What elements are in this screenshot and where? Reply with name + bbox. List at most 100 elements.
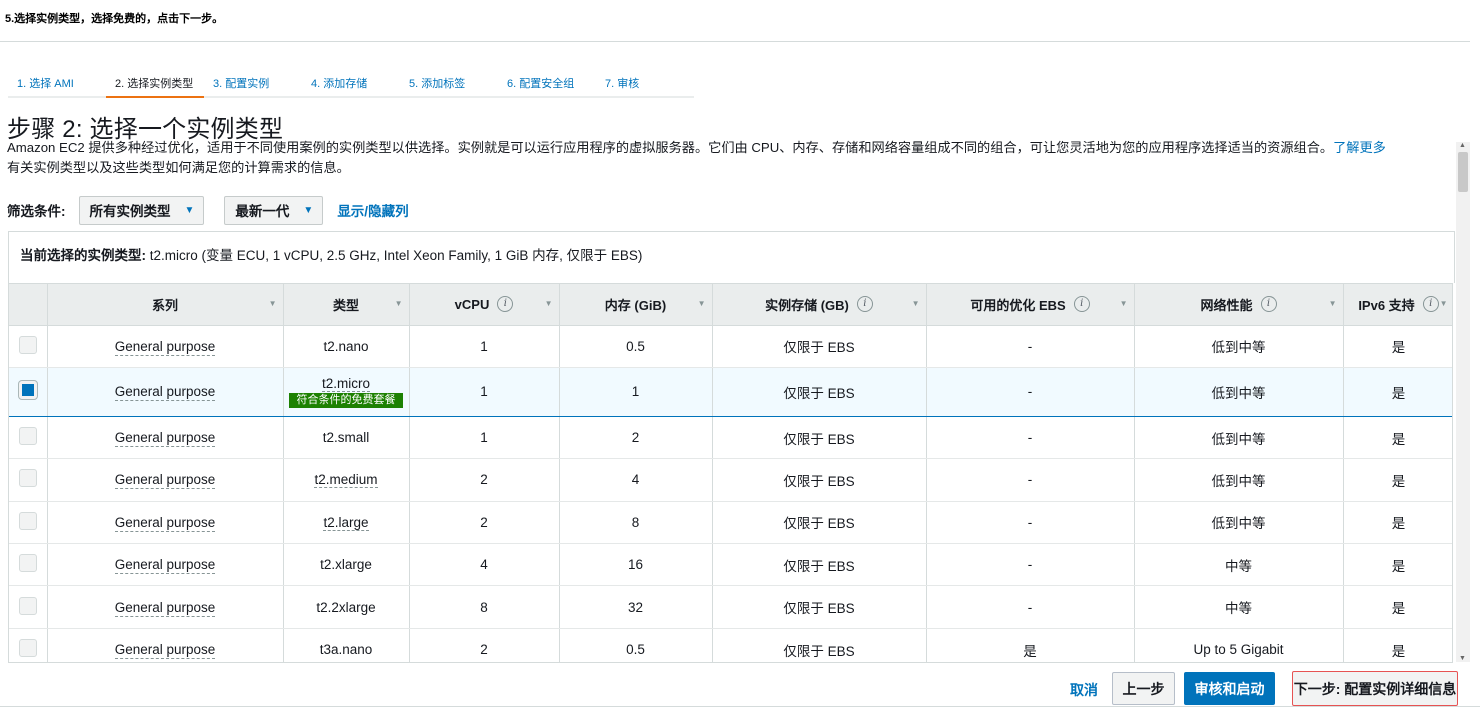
sort-icon[interactable]: ▼ (1120, 299, 1128, 308)
scrollbar-thumb[interactable] (1458, 152, 1468, 192)
info-icon[interactable]: i (1260, 296, 1277, 313)
column-header-memory[interactable]: 内存 (GiB) ▼ (559, 284, 713, 326)
row-select-cell (9, 458, 48, 502)
generation-value: 最新一代 (235, 204, 290, 219)
column-header-text: 可用的优化 EBS (970, 297, 1066, 313)
sort-icon[interactable]: ▼ (269, 299, 277, 308)
cell-ipv6: 是 (1343, 416, 1452, 460)
instance-family-select[interactable]: 所有实例类型 ▼ (78, 195, 205, 225)
column-header-type[interactable]: 类型 ▼ (283, 284, 410, 326)
column-header-label: 网络性能 i (1200, 295, 1277, 314)
table-row[interactable]: General purpose t2.micro 符合条件的免费套餐 1 1 仅限于 EB… (9, 366, 1452, 417)
table-row[interactable]: General purpose t2.nano 1 0.5 仅限于 EBS - 低到中等 是 (9, 325, 1452, 368)
cell-type-value[interactable]: t2.large (323, 514, 369, 531)
info-icon[interactable]: i (497, 296, 514, 313)
table-row[interactable]: General purpose t2.medium 2 4 仅限于 EBS - 低到中等 是 (9, 458, 1452, 502)
sort-icon[interactable]: ▼ (395, 299, 403, 308)
cell-type-value[interactable]: t2.medium (314, 472, 378, 489)
cell-network: 中等 (1134, 585, 1344, 629)
learn-more-link[interactable]: 了解更多 (1333, 140, 1386, 155)
info-icon[interactable]: i (1422, 296, 1439, 313)
column-header-ebs[interactable]: 可用的优化 EBS i ▼ (926, 284, 1135, 326)
cell-family-value[interactable]: General purpose (114, 430, 216, 448)
column-header-text: 实例存储 (GB) (765, 297, 849, 313)
cancel-button[interactable]: 取消 (1070, 680, 1098, 700)
review-and-launch-button[interactable]: 审核和启动 (1184, 672, 1275, 705)
cell-ebs-value: - (1027, 472, 1033, 488)
column-header-network[interactable]: 网络性能 i ▼ (1134, 284, 1344, 326)
cell-type: t2.nano (283, 325, 410, 368)
wizard-step-choose-instance-type[interactable]: 2. 选择实例类型 (106, 72, 204, 98)
filter-label: 筛选条件: (7, 204, 66, 219)
cell-vcpu-value: 1 (480, 430, 488, 446)
sort-icon[interactable]: ▼ (1440, 299, 1448, 308)
cell-ebs-value: - (1027, 557, 1033, 573)
previous-button[interactable]: 上一步 (1112, 672, 1175, 705)
page-description: Amazon EC2 提供多种经过优化，适用于不同使用案例的实例类型以供选择。实… (7, 138, 1452, 178)
cell-family-value[interactable]: General purpose (114, 338, 216, 356)
info-icon[interactable]: i (856, 296, 873, 313)
column-header-ipv6[interactable]: IPv6 支持 i ▼ (1343, 284, 1452, 326)
cell-type-value[interactable]: t2.micro (321, 375, 370, 392)
sort-icon[interactable]: ▼ (912, 299, 920, 308)
row-checkbox[interactable] (18, 639, 37, 658)
cell-storage: 仅限于 EBS (712, 325, 927, 368)
column-header-vcpu[interactable]: vCPU i ▼ (409, 284, 560, 326)
cell-vcpu-value: 1 (480, 338, 488, 354)
scroll-down-icon[interactable]: ▼ (1459, 655, 1466, 662)
column-header-text: vCPU (454, 296, 490, 312)
row-checkbox[interactable] (18, 427, 37, 446)
cell-memory-value: 4 (631, 472, 640, 488)
sort-icon[interactable]: ▼ (1329, 299, 1337, 308)
table-row[interactable]: General purpose t2.large 2 8 仅限于 EBS - 低到中等 是 (9, 501, 1452, 545)
document-note: 5.选择实例类型，选择免费的，点击下一步。 (5, 13, 224, 25)
table-row[interactable]: General purpose t2.xlarge 4 16 仅限于 EBS - 中等 是 (9, 543, 1452, 587)
scroll-up-icon[interactable]: ▲ (1459, 142, 1466, 149)
row-checkbox[interactable] (18, 511, 37, 530)
footer-bar: 取消 上一步 审核和启动 下一步: 配置实例详细信息 (0, 663, 1480, 710)
info-icon[interactable]: i (1073, 296, 1090, 313)
cell-storage: 仅限于 EBS (712, 585, 927, 629)
table-row[interactable]: General purpose t2.small 1 2 仅限于 EBS - 低到中等 是 (9, 416, 1452, 460)
wizard-step-configure-instance[interactable]: 3. 配置实例 (204, 72, 302, 98)
show-hide-columns-link[interactable]: 显示/隐藏列 (337, 200, 408, 220)
cell-ipv6-value: 是 (1391, 643, 1406, 659)
cell-family-value[interactable]: General purpose (114, 642, 216, 660)
row-checkbox[interactable] (18, 554, 37, 573)
cell-family-value[interactable]: General purpose (114, 557, 216, 575)
column-header-storage[interactable]: 实例存储 (GB) i ▼ (712, 284, 927, 326)
sort-icon[interactable]: ▼ (698, 299, 706, 308)
sort-icon[interactable]: ▼ (545, 299, 553, 308)
row-checkbox[interactable] (18, 596, 37, 615)
instance-family-value: 所有实例类型 (89, 204, 171, 219)
generation-select[interactable]: 最新一代 ▼ (224, 195, 324, 225)
current-selection-label: 当前选择的实例类型: (20, 248, 146, 263)
cell-vcpu: 1 (409, 366, 560, 417)
wizard-step-add-tags[interactable]: 5. 添加标签 (400, 72, 498, 98)
cell-memory: 0.5 (559, 325, 713, 368)
table-row[interactable]: General purpose t3a.nano 2 0.5 仅限于 EBS 是 Up to… (9, 628, 1452, 662)
next-configure-instance-button[interactable]: 下一步: 配置实例详细信息 (1292, 671, 1458, 706)
cell-ipv6: 是 (1343, 501, 1452, 545)
cell-network-value: 中等 (1225, 601, 1252, 617)
wizard-step-security-group[interactable]: 6. 配置安全组 (498, 72, 596, 98)
vertical-scrollbar[interactable]: ▲ ▼ (1456, 142, 1470, 662)
cell-network: 低到中等 (1134, 501, 1344, 545)
cell-memory-value: 0.5 (626, 642, 645, 658)
cell-family-value[interactable]: General purpose (114, 514, 216, 532)
table-header-row: 系列 ▼ 类型 ▼ vCPU i ▼ 内存 (GiB) ▼ 实例存储 (GB) i ▼ 可用的优化 EB… (9, 284, 1452, 326)
table-row[interactable]: General purpose t2.2xlarge 8 32 仅限于 EBS - 中等 是 (9, 585, 1452, 629)
wizard-step-review[interactable]: 7. 审核 (596, 72, 694, 98)
column-header-family[interactable]: 系列 ▼ (47, 284, 284, 326)
row-checkbox[interactable] (18, 335, 37, 354)
row-checkbox[interactable] (18, 469, 37, 488)
cell-family-value[interactable]: General purpose (114, 472, 216, 490)
cell-ipv6: 是 (1343, 458, 1452, 502)
cell-type: t2.medium (283, 458, 410, 502)
column-header-label: 类型 (333, 295, 359, 314)
wizard-step-add-storage[interactable]: 4. 添加存储 (302, 72, 400, 98)
cell-family-value[interactable]: General purpose (114, 599, 216, 617)
cell-family-value[interactable]: General purpose (114, 384, 216, 402)
row-checkbox[interactable] (17, 380, 38, 401)
wizard-step-choose-ami[interactable]: 1. 选择 AMI (8, 72, 106, 98)
